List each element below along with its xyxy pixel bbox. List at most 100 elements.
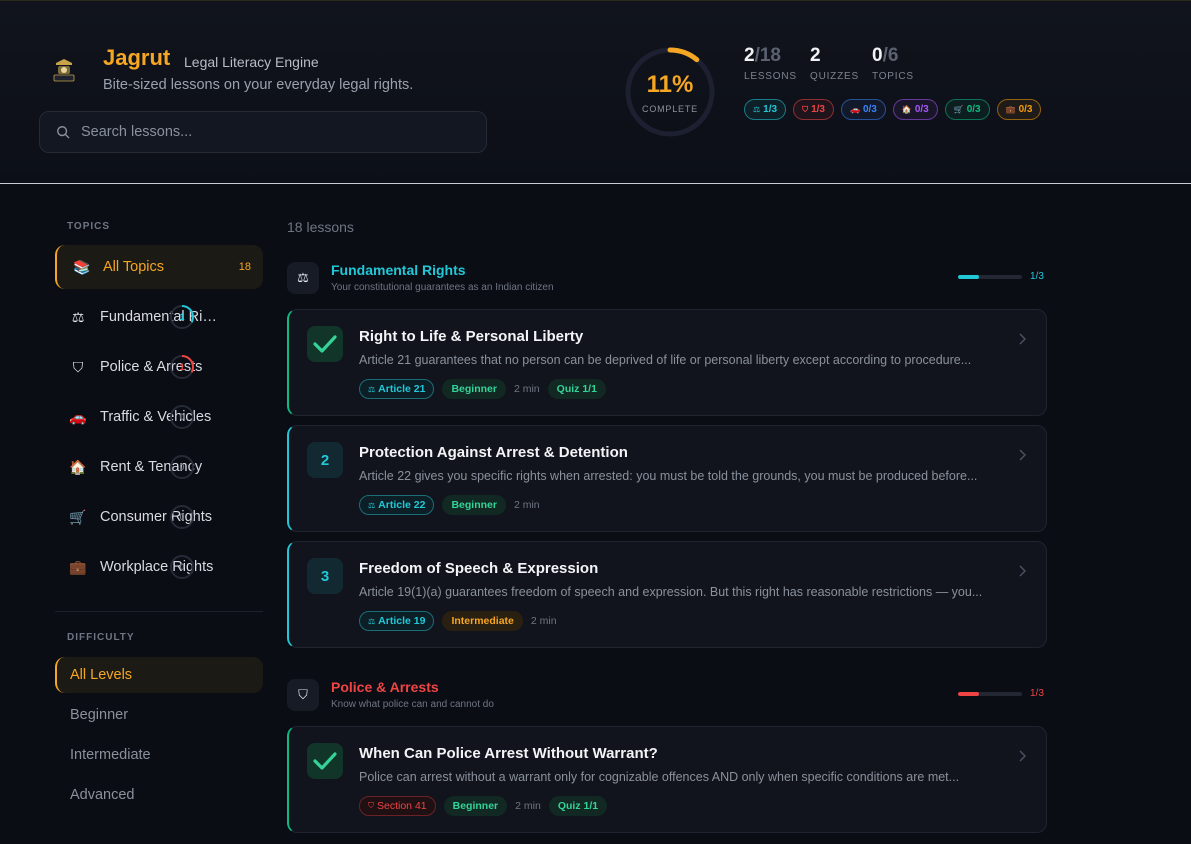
lesson-card[interactable]: Right to Life & Personal Liberty Article … [287, 309, 1047, 416]
stat-topics: 0/6 TOPICS [872, 45, 914, 82]
search-icon [57, 126, 70, 139]
difficulty-intermediate[interactable]: Intermediate [55, 737, 263, 773]
sidebar-topic-label: All Topics [103, 259, 164, 275]
briefcase-icon: 💼 [1005, 105, 1016, 114]
article-tag-text: Article 21 [378, 383, 426, 395]
difficulty-tag: Intermediate [442, 611, 523, 631]
lesson-number-badge: 3 [307, 558, 343, 594]
shield-icon: ⛉ [287, 679, 319, 711]
section-subtitle: Know what police can and cannot do [331, 699, 494, 710]
progress-percent: 11% [646, 71, 694, 98]
difficulty-tag: Beginner [443, 796, 508, 816]
sidebar-topic-label: Workplace Rights [100, 559, 214, 575]
sidebar-topic-police-arrests[interactable]: ⛉ Police & Arrests [55, 345, 263, 389]
lesson-tags: ⚖ Article 21 Beginner 2 min Quiz 1/1 [359, 379, 606, 399]
lesson-card[interactable]: 3 Freedom of Speech & Expression Article 1… [287, 541, 1047, 648]
scales-icon: ⚖ [368, 616, 376, 626]
shield-icon: ⛉ [72, 358, 84, 375]
lesson-count: 18 lessons [287, 219, 354, 235]
scales-icon: ⚖ [287, 262, 319, 294]
sidebar-topic-fundamental-rights[interactable]: ⚖ Fundamental Rights [55, 295, 263, 339]
difficulty-advanced[interactable]: Advanced [55, 777, 263, 813]
scales-icon: ⚖ [71, 308, 85, 325]
app-title: Jagrut [103, 45, 171, 70]
duration-label: 2 min [513, 499, 540, 511]
duration-label: 2 min [530, 615, 557, 627]
app-header: Jagrut Legal Literacy Engine Bite-sized … [0, 0, 1191, 184]
lesson-title: When Can Police Arrest Without Warrant? [359, 745, 658, 762]
topic-chip: ⛉ 1/3 [793, 99, 834, 120]
stat-lessons: 2/18 LESSONS [744, 45, 797, 82]
article-tag-text: Article 19 [378, 615, 426, 627]
section-progress-fill [958, 275, 980, 279]
sidebar-topic-rent-tenancy[interactable]: 🏠 Rent & Tenancy [55, 445, 263, 489]
topic-chip: 🛒 0/3 [944, 99, 990, 120]
house-icon: 🏠 [901, 105, 912, 114]
sidebar-topic-label: Consumer Rights [100, 509, 213, 525]
lesson-completed-badge [307, 326, 343, 362]
section-progress-label: 1/3 [1030, 688, 1044, 699]
checkmark-icon [313, 752, 337, 770]
chip-text: 1/3 [763, 104, 778, 115]
duration-label: 2 min [513, 383, 540, 395]
sidebar-topic-label: Police & Arrests [100, 359, 203, 375]
sidebar-topic-label: Rent & Tenancy [100, 459, 203, 475]
checkmark-icon [313, 335, 337, 353]
topic-completed-count: 0 [179, 562, 185, 572]
chevron-right-icon[interactable] [1018, 564, 1027, 582]
topic-count: 18 [238, 261, 251, 273]
lesson-card[interactable]: 2 Protection Against Arrest & Detention Ar… [287, 425, 1047, 532]
difficulty-beginner[interactable]: Beginner [55, 697, 263, 733]
difficulty-all-levels[interactable]: All Levels [55, 657, 263, 693]
chevron-right-icon[interactable] [1018, 749, 1027, 767]
sidebar-topic-all-topics[interactable]: 📚 All Topics 18 [55, 245, 263, 289]
logo-emblem-icon [53, 59, 75, 82]
briefcase-icon: 💼 [69, 558, 87, 575]
sidebar-topic-consumer-rights[interactable]: 🛒 Consumer Rights [55, 495, 263, 539]
article-tag-text: Article 22 [378, 499, 426, 511]
chevron-right-icon[interactable] [1018, 448, 1027, 466]
topic-completed-count: 1 [179, 312, 185, 322]
cart-icon: 🛒 [69, 508, 87, 525]
sidebar-topic-traffic-vehicles[interactable]: 🚗 Traffic & Vehicles [55, 395, 263, 439]
duration-label: 2 min [515, 800, 541, 812]
car-icon: 🚗 [849, 105, 860, 114]
sidebar-topic-workplace-rights[interactable]: 💼 Workplace Rights [55, 545, 263, 589]
lesson-number-badge: 2 [307, 442, 343, 478]
chevron-right-icon[interactable] [1018, 332, 1027, 350]
lesson-description: Article 22 gives you specific rights whe… [359, 469, 978, 483]
topic-chip: 🚗 0/3 [840, 99, 886, 120]
article-tag-text: Section 41 [377, 800, 427, 812]
lesson-title: Protection Against Arrest & Detention [359, 444, 628, 461]
topic-chip: 🏠 0/3 [892, 99, 938, 120]
chip-text: 1/3 [811, 104, 825, 115]
lesson-title: Right to Life & Personal Liberty [359, 328, 584, 345]
sidebar-topic-label: Traffic & Vehicles [100, 409, 212, 425]
scales-icon: ⚖ [368, 384, 376, 394]
sidebar-divider [55, 611, 263, 612]
section-header: ⚖ Fundamental Rights Your constitutional g… [287, 262, 1047, 296]
chip-text: 0/3 [1018, 104, 1033, 115]
quiz-tag: Quiz 1/1 [548, 796, 608, 816]
books-icon: 📚 [73, 258, 91, 275]
section-subtitle: Your constitutional guarantees as an Ind… [331, 282, 554, 293]
section-title: Police & Arrests [331, 679, 439, 695]
quiz-tag: Quiz 1/1 [547, 379, 606, 399]
difficulty-heading: DIFFICULTY [67, 632, 135, 643]
section-title: Fundamental Rights [331, 262, 466, 278]
stat-quizzes: 2 QUIZZES [810, 45, 859, 82]
topics-heading: TOPICS [67, 221, 111, 232]
shield-icon: ⛉ [802, 104, 809, 114]
article-tag: ⚖ Article 19 [359, 611, 435, 631]
lesson-tags: ⚖ Article 22 Beginner 2 min [359, 495, 540, 515]
progress-label: COMPLETE [642, 104, 698, 114]
sidebar-topic-label: Fundamental Rights [100, 309, 218, 325]
lesson-description: Article 19(1)(a) guarantees freedom of s… [359, 585, 983, 599]
lesson-card[interactable]: When Can Police Arrest Without Warrant? P… [287, 726, 1047, 833]
search-input[interactable] [81, 124, 461, 140]
app-subtitle: Legal Literacy Engine [184, 54, 319, 70]
article-tag: ⛉ Section 41 [359, 796, 436, 816]
difficulty-tag: Beginner [442, 495, 506, 515]
search-box[interactable] [39, 111, 487, 153]
section-progress-fill [958, 692, 980, 696]
